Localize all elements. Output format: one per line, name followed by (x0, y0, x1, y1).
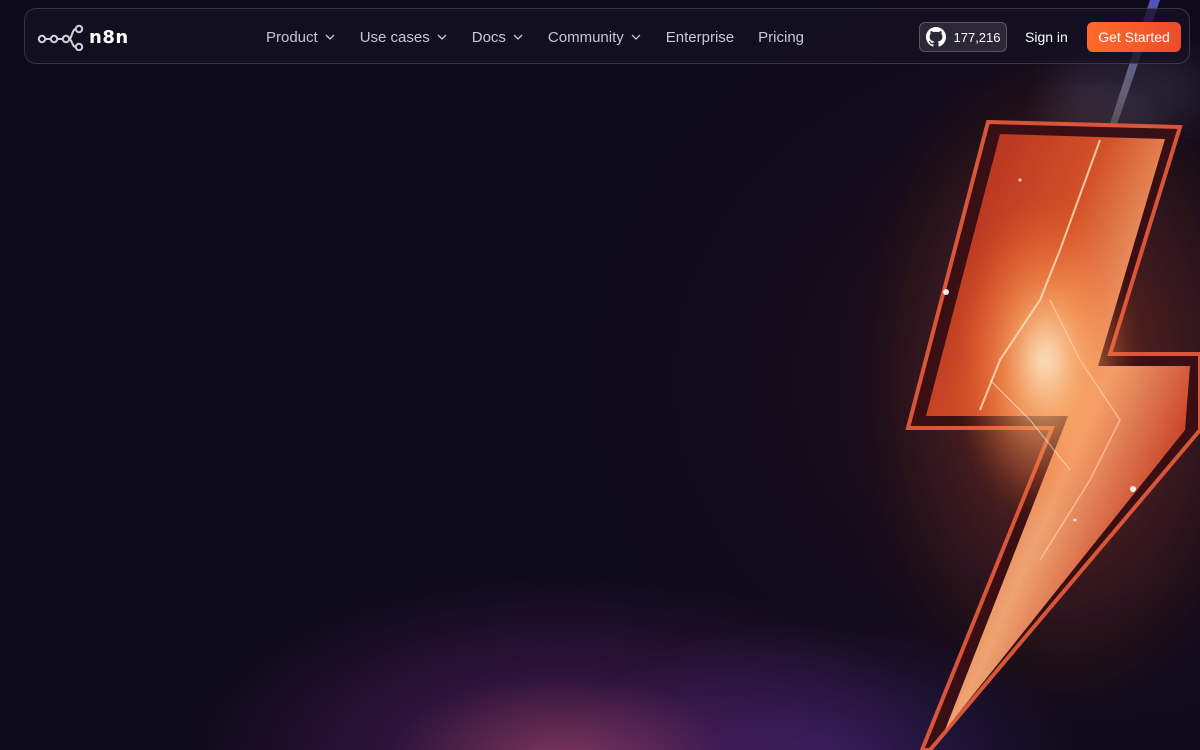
top-navbar: n8n Product Use cases Docs Community Ent… (24, 8, 1190, 64)
nav-item-label: Product (266, 28, 318, 46)
page: n8n Product Use cases Docs Community Ent… (0, 0, 1200, 750)
nav-item-label: Enterprise (665, 28, 735, 46)
nav-links: Product Use cases Docs Community Enterpr… (254, 9, 816, 65)
chevron-down-icon (325, 34, 335, 40)
get-started-button[interactable]: Get Started (1087, 22, 1181, 52)
lightning-bolt-icon (860, 0, 1200, 750)
nav-item-product[interactable]: Product (254, 9, 348, 65)
nav-item-pricing[interactable]: Pricing (746, 9, 816, 65)
nav-item-community[interactable]: Community (536, 9, 654, 65)
nav-item-enterprise[interactable]: Enterprise (654, 9, 746, 65)
sign-in-link[interactable]: Sign in (1025, 22, 1068, 52)
n8n-logo[interactable]: n8n (37, 23, 129, 51)
brand-name: n8n (89, 26, 129, 48)
nav-item-label: Use cases (359, 28, 430, 46)
github-stars-count: 177,216 (953, 29, 1001, 45)
nav-item-label: Community (547, 28, 624, 46)
nav-item-docs[interactable]: Docs (460, 9, 536, 65)
n8n-logo-icon (37, 24, 84, 51)
chevron-down-icon (437, 34, 447, 40)
chevron-down-icon (631, 34, 641, 40)
github-icon (925, 27, 946, 47)
nav-item-label: Pricing (758, 28, 805, 46)
nav-item-label: Docs (471, 28, 506, 46)
nav-item-use-cases[interactable]: Use cases (348, 9, 460, 65)
chevron-down-icon (513, 34, 523, 40)
github-stars-button[interactable]: 177,216 (919, 22, 1007, 52)
